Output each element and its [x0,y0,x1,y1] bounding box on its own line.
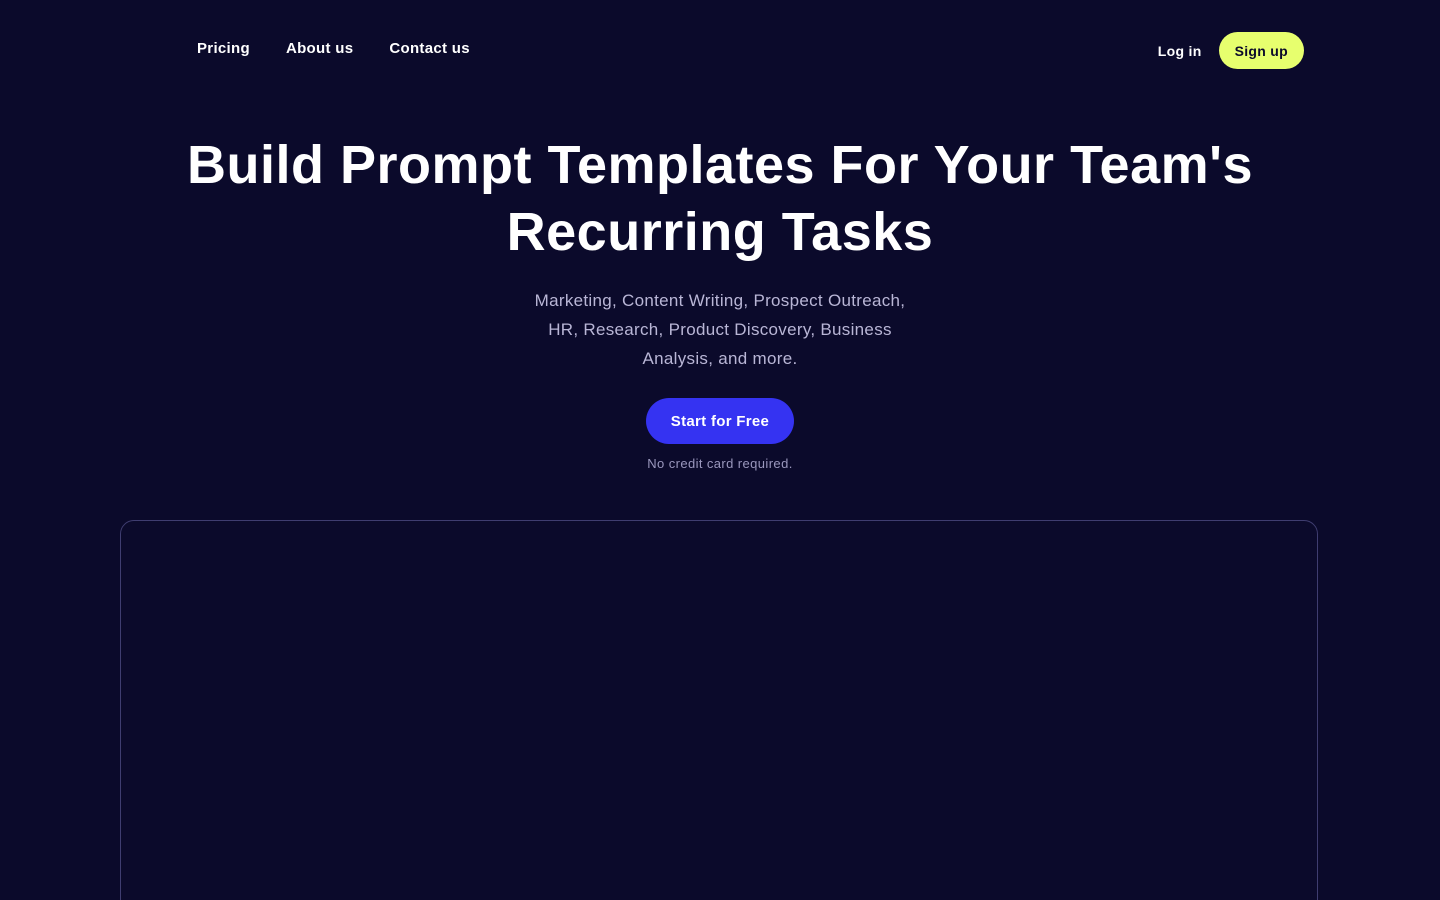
nav-link-about-us[interactable]: About us [286,38,353,60]
nav-link-contact-us[interactable]: Contact us [389,38,470,60]
signup-button[interactable]: Sign up [1218,32,1304,69]
top-navigation: Pricing About us Contact us Log in Sign … [0,0,1440,100]
cta-note: No credit card required. [647,456,793,471]
product-preview-frame [120,520,1318,900]
start-for-free-button[interactable]: Start for Free [646,398,794,444]
nav-link-pricing[interactable]: Pricing [197,38,250,60]
hero-section: Build Prompt Templates For Your Team's R… [0,132,1440,471]
auth-actions: Log in Sign up [1158,32,1304,69]
hero-subtitle: Marketing, Content Writing, Prospect Out… [534,291,906,368]
login-link[interactable]: Log in [1158,33,1202,69]
nav-links: Pricing About us Contact us [197,38,470,60]
landing-page: Pricing About us Contact us Log in Sign … [0,0,1440,900]
hero-title: Build Prompt Templates For Your Team's R… [186,135,1253,262]
